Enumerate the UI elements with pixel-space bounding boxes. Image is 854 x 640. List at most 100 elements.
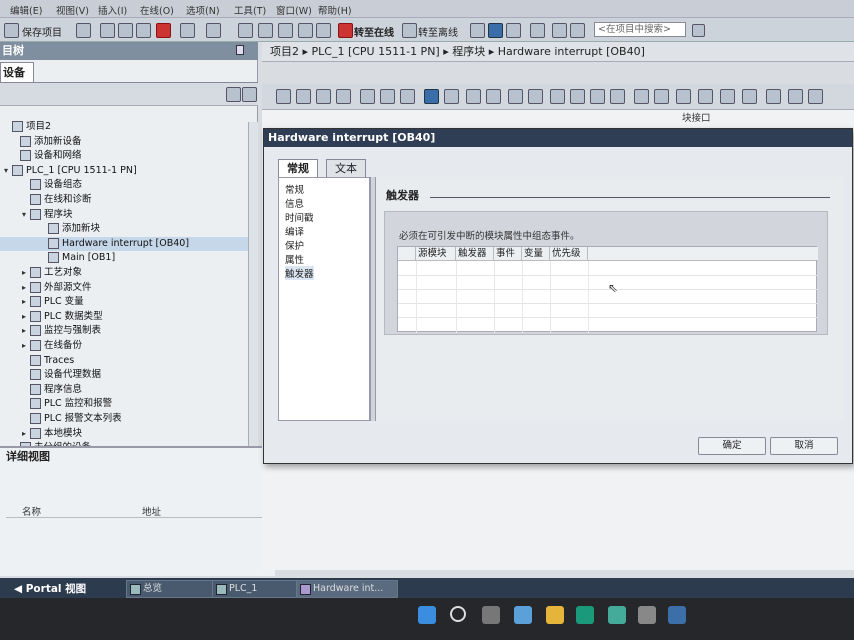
tab-text[interactable]: 文本: [326, 159, 366, 178]
menu-help[interactable]: 帮助(H): [318, 3, 352, 17]
settings-icon[interactable]: [638, 606, 656, 624]
tb-icon-9[interactable]: [444, 89, 459, 104]
menu-online[interactable]: 在线(O): [140, 3, 174, 17]
tab-general[interactable]: 常规: [278, 159, 318, 178]
tb-icon-11[interactable]: [486, 89, 501, 104]
nav-attributes[interactable]: 属性: [285, 252, 304, 266]
tree-item[interactable]: ▸ 监控与强制表: [0, 324, 248, 338]
nav-general[interactable]: 常规: [285, 182, 304, 196]
tree-item[interactable]: Main [OB1]: [0, 251, 248, 265]
search-icon[interactable]: [692, 24, 705, 37]
expand-arrow-icon[interactable]: ▾: [4, 164, 12, 178]
expand-arrow-icon[interactable]: ▸: [22, 310, 30, 324]
project-search-input[interactable]: <在项目中搜索>: [594, 22, 686, 37]
tree-item[interactable]: ▸ 外部源文件: [0, 281, 248, 295]
tree-item[interactable]: 在线和诊断: [0, 193, 248, 207]
tree-item[interactable]: 设备和网络: [0, 149, 248, 163]
download-icon[interactable]: [278, 23, 293, 38]
file-explorer-icon[interactable]: [546, 606, 564, 624]
start-cpu-icon[interactable]: [488, 23, 503, 38]
tb-icon-10[interactable]: [466, 89, 481, 104]
tab-overview[interactable]: 总览: [126, 580, 224, 598]
tree-item[interactable]: PLC 监控和报警: [0, 397, 248, 411]
menu-window[interactable]: 窗口(W): [276, 3, 312, 17]
menu-insert[interactable]: 插入(I): [98, 3, 127, 17]
tb-icon-12[interactable]: [508, 89, 523, 104]
redo-icon[interactable]: [206, 23, 221, 38]
tb-icon-17[interactable]: [610, 89, 625, 104]
tree-item[interactable]: ▸ 工艺对象: [0, 266, 248, 280]
tb-icon-2[interactable]: [296, 89, 311, 104]
tree-item[interactable]: 添加新设备: [0, 135, 248, 149]
paste-icon[interactable]: [136, 23, 151, 38]
col-priority[interactable]: 优先级: [550, 247, 588, 261]
simulation-icon[interactable]: [316, 23, 331, 38]
tb-icon-23[interactable]: [742, 89, 757, 104]
tb-icon-18[interactable]: [634, 89, 649, 104]
menu-options[interactable]: 选项(N): [186, 3, 220, 17]
undo-icon[interactable]: [180, 23, 195, 38]
col-event[interactable]: 事件: [494, 247, 522, 261]
go-offline-icon[interactable]: [402, 23, 417, 38]
tree-item[interactable]: Hardware interrupt [OB40]: [0, 236, 248, 251]
menu-view[interactable]: 视图(V): [56, 3, 89, 17]
compile-icon[interactable]: [258, 23, 273, 38]
menu-tools[interactable]: 工具(T): [234, 3, 266, 17]
tb-icon-3[interactable]: [316, 89, 331, 104]
expand-arrow-icon[interactable]: ▸: [22, 266, 30, 280]
col-variable[interactable]: 变量: [522, 247, 550, 261]
expand-arrow-icon[interactable]: ▸: [22, 295, 30, 309]
cross-reference-icon[interactable]: [530, 23, 545, 38]
nav-timestamps[interactable]: 时间戳: [285, 210, 314, 224]
tb-icon-5[interactable]: [360, 89, 375, 104]
tb-icon-8[interactable]: [424, 89, 439, 104]
tree-item[interactable]: Traces: [0, 354, 248, 368]
tree-item[interactable]: 设备组态: [0, 178, 248, 192]
split-editor-icon[interactable]: [238, 23, 253, 38]
tb-icon-14[interactable]: [550, 89, 565, 104]
tree-item[interactable]: ▾ PLC_1 [CPU 1511-1 PN]: [0, 164, 248, 178]
expand-arrow-icon[interactable]: ▸: [22, 339, 30, 353]
nav-information[interactable]: 信息: [285, 196, 304, 210]
tb-icon-6[interactable]: [380, 89, 395, 104]
new-project-icon[interactable]: [4, 23, 19, 38]
edge-icon[interactable]: [608, 606, 626, 624]
split-vertical-icon[interactable]: [570, 23, 585, 38]
tb-icon-20[interactable]: [676, 89, 691, 104]
go-offline-button[interactable]: 转至离线: [418, 24, 458, 39]
tb-icon-1[interactable]: [276, 89, 291, 104]
tb-icon-19[interactable]: [654, 89, 669, 104]
tb-icon-24[interactable]: [766, 89, 781, 104]
tb-icon-21[interactable]: [698, 89, 713, 104]
cut-icon[interactable]: [100, 23, 115, 38]
devices-tab[interactable]: 设备: [0, 62, 34, 82]
tb-icon-7[interactable]: [400, 89, 415, 104]
tree-item[interactable]: 设备代理数据: [0, 368, 248, 382]
go-online-icon[interactable]: [338, 23, 353, 38]
search-icon[interactable]: [450, 606, 466, 622]
cancel-button[interactable]: 取消: [770, 437, 838, 455]
expand-arrow-icon[interactable]: ▸: [22, 324, 30, 338]
nav-compile[interactable]: 编译: [285, 224, 304, 238]
stop-cpu-icon[interactable]: [506, 23, 521, 38]
expand-arrow-icon[interactable]: ▸: [22, 427, 30, 441]
tree-options-icon[interactable]: [242, 87, 257, 102]
tree-item[interactable]: 程序信息: [0, 383, 248, 397]
start-icon[interactable]: [418, 606, 436, 624]
pane-collapse-icon[interactable]: [236, 45, 244, 55]
tb-icon-16[interactable]: [590, 89, 605, 104]
delete-icon[interactable]: [156, 23, 171, 38]
tree-view-icon[interactable]: [226, 87, 241, 102]
col-trigger[interactable]: 触发器: [456, 247, 494, 261]
tree-item[interactable]: 添加新块: [0, 222, 248, 236]
tb-icon-4[interactable]: [336, 89, 351, 104]
split-horizontal-icon[interactable]: [552, 23, 567, 38]
col-source-module[interactable]: 源模块: [416, 247, 456, 261]
ok-button[interactable]: 确定: [698, 437, 766, 455]
tab-hardware-interrupt[interactable]: Hardware int...: [296, 580, 398, 598]
tree-item[interactable]: ▸ PLC 数据类型: [0, 310, 248, 324]
tb-icon-13[interactable]: [528, 89, 543, 104]
tb-icon-15[interactable]: [570, 89, 585, 104]
tree-item[interactable]: PLC 报警文本列表: [0, 412, 248, 426]
nav-protection[interactable]: 保护: [285, 238, 304, 252]
